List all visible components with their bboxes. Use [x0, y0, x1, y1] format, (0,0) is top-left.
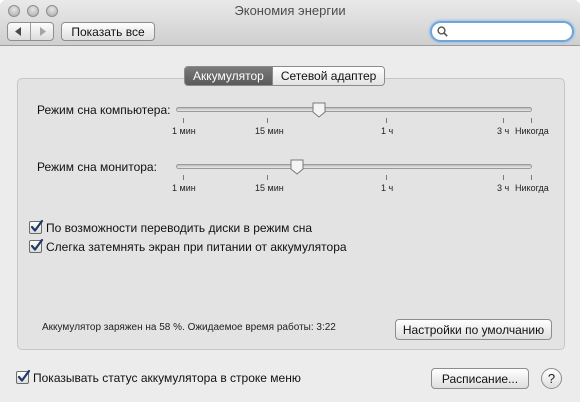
- battery-status-text: Аккумулятор заряжен на 58 %. Ожидаемое в…: [42, 322, 336, 333]
- help-button[interactable]: ?: [541, 368, 562, 389]
- preferences-window: Экономия энергии Показать все Аккумулято…: [0, 0, 580, 402]
- slider-thumb[interactable]: [312, 102, 326, 118]
- checkmark-icon: [30, 219, 44, 232]
- back-button[interactable]: [8, 23, 30, 40]
- tick-mark: [503, 175, 504, 180]
- tick-mark: [503, 118, 504, 123]
- tick-label: 1 ч: [381, 183, 394, 193]
- disk-sleep-label[interactable]: По возможности переводить диски в режим …: [46, 221, 312, 235]
- restore-defaults-button[interactable]: Настройки по умолчанию: [395, 319, 552, 340]
- tick-mark: [531, 175, 532, 180]
- dim-display-checkbox[interactable]: [29, 238, 44, 253]
- checkmark-icon: [17, 369, 31, 382]
- show-all-button[interactable]: Показать все: [61, 22, 155, 41]
- tick-label: 3 ч: [497, 126, 510, 136]
- dim-display-label[interactable]: Слегка затемнять экран при питании от ак…: [46, 240, 347, 254]
- chevron-right-icon: [40, 27, 46, 36]
- history-nav: [7, 22, 54, 41]
- tick-mark: [183, 118, 184, 123]
- window-toolbar: Экономия энергии Показать все: [0, 0, 580, 46]
- search-field[interactable]: [430, 21, 574, 42]
- tab-power-adapter[interactable]: Сетевой адаптер: [271, 67, 385, 85]
- show-battery-status-label[interactable]: Показывать статус аккумулятора в строке …: [33, 371, 301, 385]
- tick-label: Никогда: [515, 183, 549, 193]
- tick-mark: [183, 175, 184, 180]
- forward-button[interactable]: [30, 23, 53, 40]
- slider-track: [176, 107, 532, 112]
- tick-mark: [531, 118, 532, 123]
- search-input[interactable]: [450, 24, 566, 39]
- tick-mark: [267, 118, 268, 123]
- chevron-left-icon: [15, 27, 21, 36]
- slider-thumb[interactable]: [290, 159, 304, 175]
- computer-sleep-label: Режим сна компьютера:: [37, 103, 171, 117]
- slider-track: [176, 164, 532, 169]
- tick-label: 15 мин: [255, 126, 284, 136]
- checkmark-icon: [30, 238, 44, 251]
- tick-label: 1 мин: [172, 126, 196, 136]
- display-sleep-label: Режим сна монитора:: [37, 160, 157, 174]
- tab-battery[interactable]: Аккумулятор: [185, 67, 272, 85]
- search-icon: [437, 26, 448, 37]
- tick-mark: [267, 175, 268, 180]
- window-title: Экономия энергии: [234, 3, 346, 18]
- tick-mark: [386, 175, 387, 180]
- disk-sleep-checkbox[interactable]: [29, 219, 44, 234]
- tick-label: Никогда: [515, 126, 549, 136]
- tick-mark: [386, 118, 387, 123]
- tick-label: 3 ч: [497, 183, 510, 193]
- tick-label: 1 мин: [172, 183, 196, 193]
- power-source-tabs: Аккумулятор Сетевой адаптер: [184, 66, 386, 86]
- schedule-button[interactable]: Расписание...: [431, 368, 529, 389]
- settings-group: [17, 78, 565, 350]
- tick-label: 15 мин: [255, 183, 284, 193]
- show-battery-status-checkbox[interactable]: [16, 369, 31, 384]
- tick-label: 1 ч: [381, 126, 394, 136]
